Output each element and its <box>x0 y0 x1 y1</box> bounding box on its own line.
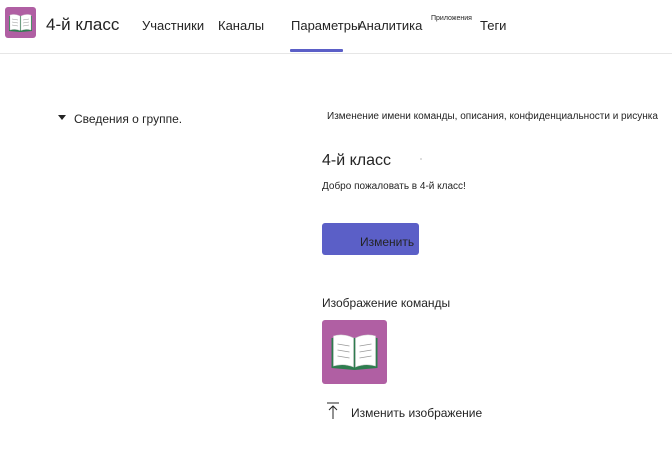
book-icon <box>331 334 378 370</box>
group-info-toggle[interactable]: Сведения о группе. <box>58 112 182 126</box>
group-title: 4-й класс <box>322 152 392 169</box>
book-icon <box>9 14 32 32</box>
settings-description: Изменение имени команды, описания, конфи… <box>327 111 658 122</box>
team-name: 4-й класс <box>46 15 120 34</box>
change-image-label: Изменить изображение <box>351 406 483 420</box>
tab-analytics[interactable]: Аналитика <box>358 18 422 33</box>
decorative-dot <box>420 158 422 160</box>
upload-icon <box>327 402 339 419</box>
welcome-text: Добро пожаловать в 4-й класс! <box>322 181 466 192</box>
team-avatar[interactable] <box>5 7 36 38</box>
caret-down-icon <box>58 115 66 121</box>
top-bar: 4-й класс Участники Каналы Параметры Ана… <box>0 0 672 54</box>
team-image-label: Изображение команды <box>322 296 451 310</box>
team-image <box>322 320 387 384</box>
edit-button-label: Изменить <box>360 235 415 249</box>
tab-channels[interactable]: Каналы <box>218 18 264 33</box>
edit-button[interactable]: Изменить <box>322 223 419 255</box>
active-tab-indicator <box>290 49 343 52</box>
tab-members[interactable]: Участники <box>142 18 204 33</box>
tab-settings[interactable]: Параметры <box>291 18 360 33</box>
group-info-label: Сведения о группе. <box>74 112 183 126</box>
tab-apps[interactable]: Приложения <box>431 15 472 22</box>
tab-tags[interactable]: Теги <box>480 18 506 33</box>
